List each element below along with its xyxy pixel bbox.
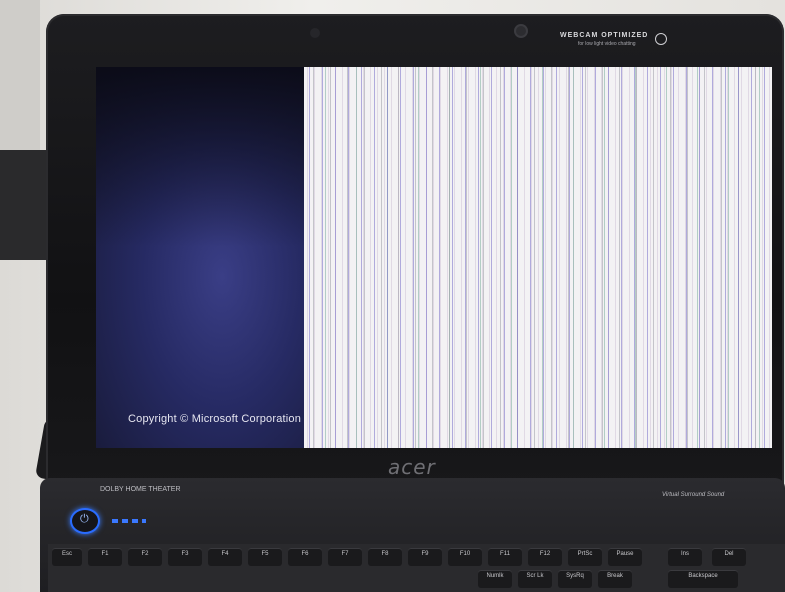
key-f3[interactable]: F3 [168, 548, 202, 566]
key-label: PrtSc [577, 551, 593, 557]
microphone-icon [310, 28, 320, 38]
key-ins[interactable]: Ins [668, 548, 702, 566]
key-scrlk[interactable]: Scr Lk [518, 570, 552, 588]
key-break[interactable]: Break [598, 570, 632, 588]
dolby-label: DOLBY HOME THEATER [100, 486, 181, 493]
key-f8[interactable]: F8 [368, 548, 402, 566]
status-leds [112, 519, 146, 523]
keyboard: Esc F1 F2 F3 F4 F5 F6 F7 F8 F9 F10 F11 F… [48, 544, 785, 592]
key-label: F2 [141, 551, 149, 557]
key-f1[interactable]: F1 [88, 548, 122, 566]
key-label: Break [607, 573, 623, 579]
key-f11[interactable]: F11 [488, 548, 522, 566]
key-label: Esc [61, 551, 72, 557]
key-f7[interactable]: F7 [328, 548, 362, 566]
key-label: F3 [181, 551, 189, 557]
key-label: Ins [680, 551, 689, 557]
key-numlk[interactable]: Numlk [478, 570, 512, 588]
key-label: F9 [421, 551, 429, 557]
key-label: F6 [301, 551, 309, 557]
key-f5[interactable]: F5 [248, 548, 282, 566]
copyright-text: Copyright © Microsoft Corporation [128, 413, 302, 425]
key-label: Del [724, 551, 734, 557]
key-sysrq[interactable]: SysRq [558, 570, 592, 588]
surround-sound-label: Virtual Surround Sound [662, 492, 725, 498]
key-label: Backspace [688, 573, 718, 579]
key-backspace[interactable]: Backspace [668, 570, 738, 588]
display-artifact-stripes [304, 67, 772, 448]
key-label: F4 [221, 551, 229, 557]
key-f2[interactable]: F2 [128, 548, 162, 566]
key-label: Scr Lk [526, 573, 544, 579]
key-pause[interactable]: Pause [608, 548, 642, 566]
key-label: F12 [539, 551, 551, 557]
webcam-badge-title: WEBCAM OPTIMIZED [560, 32, 649, 39]
webcam-badge: WEBCAM OPTIMIZED for low light video cha… [560, 32, 667, 50]
key-label: F11 [500, 551, 510, 557]
webcam-logo-icon [655, 33, 667, 45]
key-label: F7 [341, 551, 349, 557]
power-button[interactable]: ⏻ [70, 508, 100, 534]
key-f10[interactable]: F10 [448, 548, 482, 566]
screen-shadow [96, 67, 306, 247]
key-f9[interactable]: F9 [408, 548, 442, 566]
key-label: F10 [459, 551, 471, 557]
key-label: Pause [616, 551, 634, 557]
key-prtsc[interactable]: PrtSc [568, 548, 602, 566]
key-label: F1 [101, 551, 109, 557]
key-f4[interactable]: F4 [208, 548, 242, 566]
key-del[interactable]: Del [712, 548, 746, 566]
boot-screen-area [96, 67, 306, 448]
key-label: Numlk [486, 573, 504, 579]
key-esc[interactable]: Esc [52, 548, 82, 566]
acer-logo: acer [388, 455, 436, 479]
key-label: F8 [381, 551, 389, 557]
key-f6[interactable]: F6 [288, 548, 322, 566]
key-label: SysRq [566, 573, 584, 579]
key-label: F5 [261, 551, 269, 557]
power-icon: ⏻ [80, 513, 89, 525]
key-f12[interactable]: F12 [528, 548, 562, 566]
background-object [0, 0, 40, 150]
webcam-badge-subtitle: for low light video chatting [578, 41, 636, 47]
webcam-icon [516, 26, 526, 36]
display-screen: Copyright © Microsoft Corporation [96, 67, 772, 448]
